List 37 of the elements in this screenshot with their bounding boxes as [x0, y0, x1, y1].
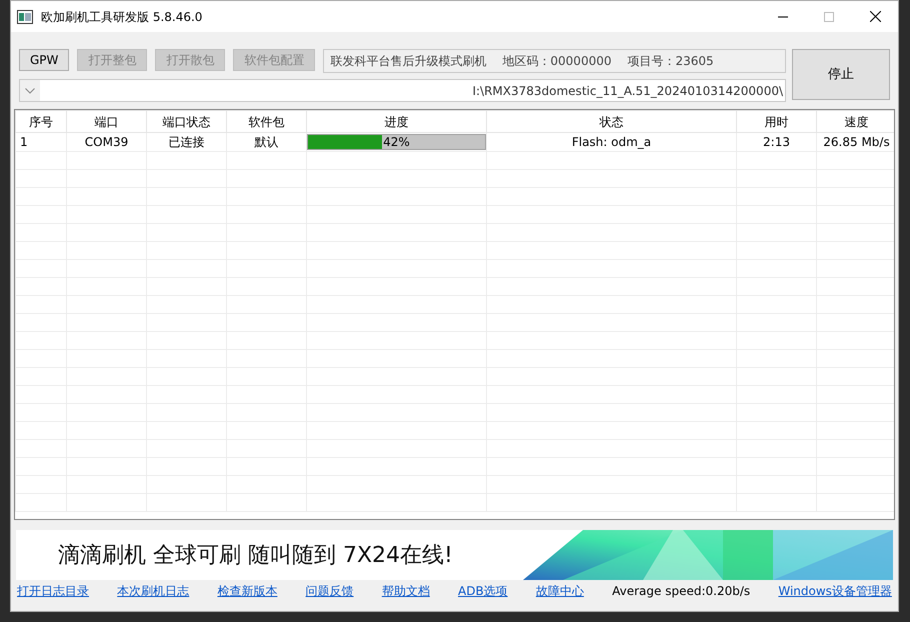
column-header[interactable]: 速度 [816, 110, 894, 132]
info-text: 项目号：23605 [627, 53, 714, 70]
window-title: 欧加刷机工具研发版 5.8.46.0 [41, 8, 202, 26]
footer-link[interactable]: 帮助文档 [382, 582, 430, 600]
footer-link[interactable]: 问题反馈 [306, 582, 354, 600]
column-header[interactable]: 端口 [66, 110, 146, 132]
table-cell: 2:13 [736, 132, 816, 152]
footer-link[interactable]: 本次刷机日志 [117, 582, 190, 600]
footer-link[interactable]: 检查新版本 [217, 582, 278, 600]
column-header[interactable]: 用时 [736, 110, 816, 132]
table-cell: 已连接 [146, 132, 226, 152]
info-text: 联发科平台售后升级模式刷机 [330, 53, 486, 70]
table-cell: Flash: odm_a [486, 132, 736, 152]
table-cell: COM39 [66, 132, 146, 152]
column-header[interactable]: 序号 [16, 110, 66, 132]
toolbar-button[interactable]: GPW [19, 49, 70, 71]
column-header[interactable]: 状态 [486, 110, 736, 132]
column-header[interactable]: 进度 [306, 110, 486, 132]
table-cell: 1 [16, 132, 66, 152]
column-header[interactable]: 端口状态 [146, 110, 226, 132]
device-manager-link[interactable]: Windows设备管理器 [778, 582, 892, 600]
banner-slogan: 滴滴刷机 全球可刷 随叫随到 7X24在线! [58, 542, 453, 570]
average-speed-text: Average speed:0.20b/s [612, 583, 750, 600]
app-icon [17, 10, 33, 24]
footer-link[interactable]: ADB选项 [458, 582, 508, 600]
chevron-down-icon [25, 88, 35, 94]
progress-text: 42% [382, 134, 411, 151]
path-dropdown[interactable]: I:\RMX3783domestic_11_A.51_2024010314200000\ [19, 79, 786, 102]
stop-button[interactable]: 停止 [792, 49, 890, 100]
path-text: I:\RMX3783domestic_11_A.51_2024010314200000\ [471, 82, 784, 100]
column-header[interactable]: 软件包 [226, 110, 306, 132]
footer-link[interactable]: 打开日志目录 [17, 582, 89, 600]
footer-link[interactable]: 故障中心 [536, 582, 584, 600]
close-icon [870, 11, 880, 22]
table-cell: 默认 [226, 132, 306, 152]
info-text: 地区码：00000000 [502, 53, 612, 70]
maximize-icon [824, 12, 834, 22]
